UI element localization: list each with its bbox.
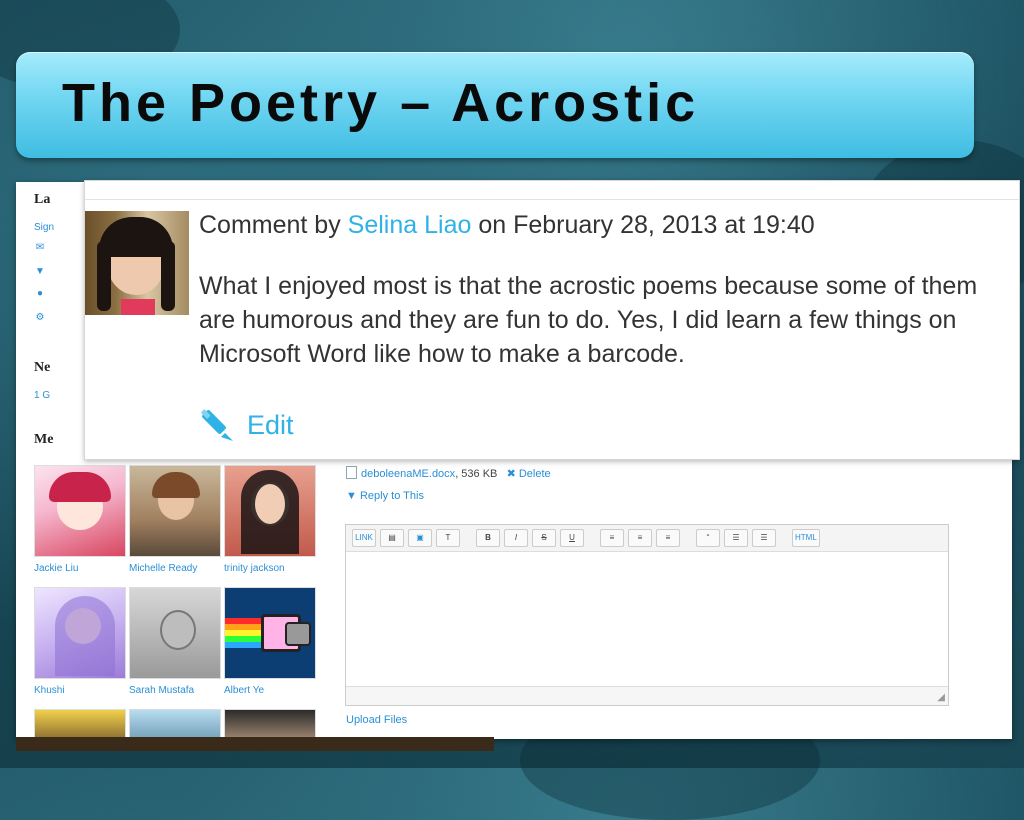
filter-icon[interactable]: ▼	[34, 266, 46, 277]
attachment-row: deboleenaME.docx, 536 KB ✖ Delete	[346, 466, 551, 480]
media-button[interactable]: ▣	[408, 529, 432, 547]
quote-button[interactable]: “	[696, 529, 720, 547]
text-button[interactable]: T	[436, 529, 460, 547]
member-name[interactable]: Albert Ye	[224, 685, 316, 696]
member-name[interactable]: Khushi	[34, 685, 126, 696]
delete-link[interactable]: Delete	[519, 468, 551, 480]
comment-author-link[interactable]: Selina Liao	[348, 211, 472, 239]
edit-label[interactable]: Edit	[247, 410, 294, 441]
member-card[interactable]: Khushi	[34, 587, 126, 696]
image-button[interactable]: ▤	[380, 529, 404, 547]
strikethrough-button[interactable]: S	[532, 529, 556, 547]
group-link[interactable]: 1 G	[34, 390, 50, 401]
envelope-icon[interactable]: ✉	[34, 242, 46, 253]
photo-avatar[interactable]	[129, 709, 221, 739]
resize-handle-icon[interactable]: ◢	[937, 692, 945, 703]
member-card[interactable]	[129, 709, 221, 739]
bold-button[interactable]: B	[476, 529, 500, 547]
divider	[85, 199, 1019, 200]
sidebar-heading: Me	[34, 432, 54, 447]
member-card[interactable]: Jackie Liu	[34, 465, 126, 574]
underline-button[interactable]: U	[560, 529, 584, 547]
html-button[interactable]: HTML	[792, 529, 820, 547]
align-right-button[interactable]: ≡	[656, 529, 680, 547]
attachment-size: , 536 KB	[455, 468, 498, 480]
member-card[interactable]	[224, 709, 316, 739]
upload-files-link[interactable]: Upload Files	[346, 714, 407, 726]
commenter-avatar[interactable]	[85, 211, 189, 315]
comment-editor: LINK ▤ ▣ T B I S U ≡ ≡ ≡ “ ☰ ☰ HTML ◢	[345, 524, 949, 706]
comment-body: What I enjoyed most is that the acrostic…	[199, 272, 978, 368]
document-icon	[346, 466, 357, 479]
slide-title: The Poetry – Acrostic	[62, 73, 700, 133]
member-card[interactable]: Sarah Mustafa	[129, 587, 221, 696]
comment-callout: Comment by Selina Liao on February 28, 2…	[84, 180, 1020, 460]
member-name[interactable]: trinity jackson	[224, 563, 316, 574]
align-left-button[interactable]: ≡	[600, 529, 624, 547]
caret-down-icon: ▼	[346, 490, 357, 502]
italic-button[interactable]: I	[504, 529, 528, 547]
sidebar-heading: Ne	[34, 360, 51, 375]
reply-link[interactable]: Reply to This	[360, 490, 424, 502]
nyan-cat-avatar[interactable]	[224, 587, 316, 679]
sign-in-link[interactable]: Sign	[34, 222, 54, 233]
edit-button[interactable]: Edit	[199, 407, 294, 443]
member-card[interactable]: trinity jackson	[224, 465, 316, 574]
person-icon[interactable]: ●	[34, 288, 46, 299]
member-card[interactable]: Michelle Ready	[129, 465, 221, 574]
link-button[interactable]: LINK	[352, 529, 376, 547]
photo-avatar[interactable]	[224, 709, 316, 739]
comment-timestamp: on February 28, 2013 at 19:40	[471, 211, 815, 239]
bullet-list-button[interactable]: ☰	[724, 529, 748, 547]
title-banner: The Poetry – Acrostic	[16, 52, 974, 158]
numbered-list-button[interactable]: ☰	[752, 529, 776, 547]
comment-header: Comment by Selina Liao on February 28, 2…	[199, 211, 815, 240]
editor-footer: ◢	[346, 686, 948, 705]
photo-avatar[interactable]	[129, 465, 221, 557]
editor-toolbar: LINK ▤ ▣ T B I S U ≡ ≡ ≡ “ ☰ ☰ HTML	[346, 525, 948, 552]
editor-text-area[interactable]	[346, 552, 948, 687]
member-name[interactable]: Sarah Mustafa	[129, 685, 221, 696]
anime-avatar[interactable]	[34, 587, 126, 679]
member-card[interactable]: Albert Ye	[224, 587, 316, 696]
anime-avatar[interactable]	[34, 465, 126, 557]
pencil-icon	[199, 407, 235, 443]
delete-icon[interactable]: ✖	[507, 468, 516, 480]
align-center-button[interactable]: ≡	[628, 529, 652, 547]
member-name[interactable]: Michelle Ready	[129, 563, 221, 574]
reply-row[interactable]: ▼ Reply to This	[346, 490, 424, 502]
photo-avatar[interactable]	[34, 709, 126, 739]
photo-avatar[interactable]	[224, 465, 316, 557]
photo-avatar[interactable]	[129, 587, 221, 679]
frame-edge	[16, 737, 494, 751]
attachment-link[interactable]: deboleenaME.docx	[361, 468, 455, 480]
comment-prefix: Comment by	[199, 211, 348, 239]
sidebar-heading: La	[34, 192, 51, 207]
gear-icon[interactable]: ⚙	[34, 312, 46, 323]
member-name[interactable]: Jackie Liu	[34, 563, 126, 574]
member-card[interactable]	[34, 709, 126, 739]
